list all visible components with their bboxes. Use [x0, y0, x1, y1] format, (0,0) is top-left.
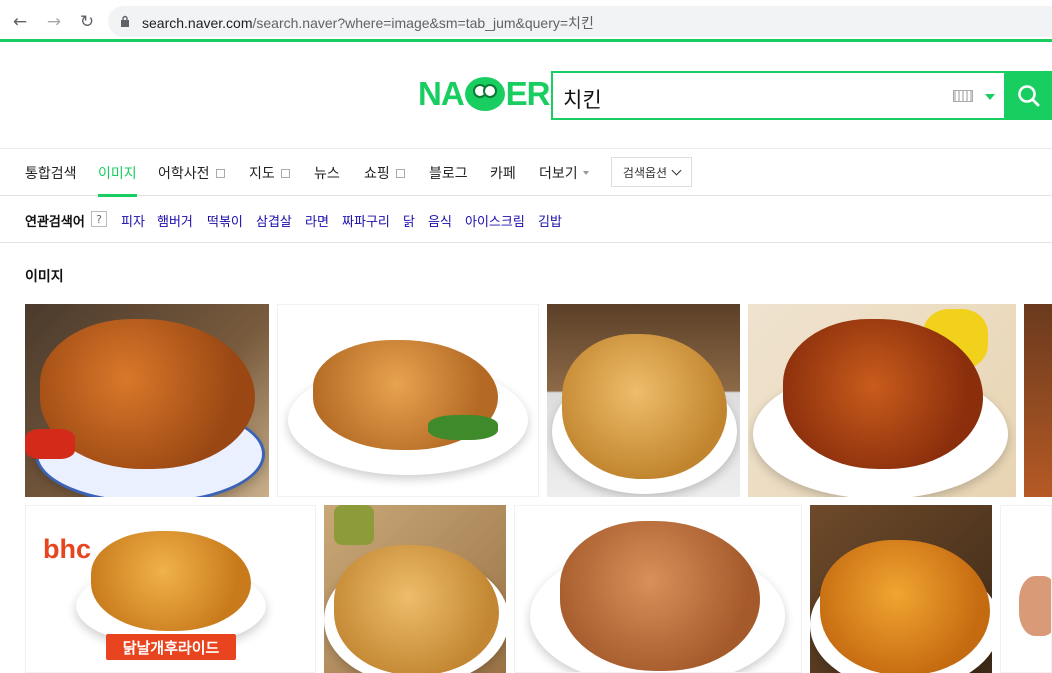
external-icon — [280, 168, 290, 178]
related-item[interactable]: 음식 — [428, 211, 452, 230]
search-query: 치킨 — [563, 88, 602, 112]
image-thumbnail[interactable] — [1024, 304, 1052, 497]
tab-cafe[interactable]: 카페 — [490, 163, 516, 183]
search-tabs: 통합검색 이미지 어학사전 지도 뉴스 쇼핑 블로그 카페 더보기 — [0, 150, 1052, 197]
search-icon — [1017, 84, 1039, 106]
related-item[interactable]: 삼겹살 — [256, 211, 292, 230]
search-button[interactable] — [1005, 71, 1052, 120]
image-thumbnail[interactable] — [277, 304, 539, 497]
related-item[interactable]: 짜파구리 — [342, 211, 390, 230]
keyboard-dropdown-icon[interactable] — [985, 94, 995, 100]
image-thumbnail[interactable] — [748, 304, 1016, 497]
related-item[interactable]: 라면 — [305, 211, 329, 230]
tab-map[interactable]: 지도 — [249, 163, 290, 183]
lock-icon — [121, 15, 129, 27]
frog-mascot-icon — [464, 77, 505, 111]
tab-news[interactable]: 뉴스 — [314, 163, 340, 183]
related-item[interactable]: 김밥 — [538, 211, 562, 230]
browser-toolbar: ← → ↻ search.naver.com/search.naver?wher… — [0, 0, 1052, 42]
tab-blog[interactable]: 블로그 — [429, 163, 468, 183]
tab-images[interactable]: 이미지 — [98, 163, 137, 197]
related-searches: 연관검색어 ? 피자 햄버거 떡볶이 삼겹살 라면 짜파구리 닭 음식 아이스크… — [0, 197, 1052, 243]
search-input[interactable]: 치킨 — [551, 71, 1006, 120]
forward-arrow-icon[interactable]: → — [42, 10, 66, 34]
related-item[interactable]: 피자 — [121, 211, 145, 230]
section-title: 이미지 — [25, 269, 64, 285]
help-icon[interactable]: ? — [91, 211, 107, 227]
tab-more[interactable]: 더보기 — [539, 163, 589, 183]
image-thumbnail[interactable] — [547, 304, 740, 497]
tab-integrated[interactable]: 통합검색 — [25, 163, 77, 183]
caret-down-icon — [582, 171, 589, 175]
related-title: 연관검색어 — [25, 215, 85, 230]
keyboard-icon[interactable] — [953, 90, 973, 102]
image-thumbnail[interactable] — [25, 304, 269, 497]
image-thumbnail[interactable] — [514, 505, 802, 673]
image-thumbnail[interactable] — [324, 505, 506, 673]
image-thumbnail[interactable]: bhc 닭날개후라이드 — [25, 505, 316, 673]
address-bar[interactable]: search.naver.com/search.naver?where=imag… — [108, 6, 1052, 37]
chevron-down-icon — [671, 165, 682, 175]
naver-logo[interactable]: NA ER — [418, 73, 551, 115]
tab-dictionary[interactable]: 어학사전 — [158, 163, 225, 183]
reload-icon[interactable]: ↻ — [75, 10, 99, 34]
back-arrow-icon[interactable]: ← — [8, 10, 32, 34]
tab-shopping[interactable]: 쇼핑 — [364, 163, 405, 183]
external-icon — [395, 168, 405, 178]
image-thumbnail[interactable] — [810, 505, 992, 673]
related-item[interactable]: 닭 — [403, 211, 415, 230]
product-banner: 닭날개후라이드 — [106, 634, 236, 660]
external-icon — [215, 168, 225, 178]
search-options-button[interactable]: 검색옵션 — [611, 157, 692, 187]
search-header: NA ER 치킨 — [0, 45, 1052, 149]
related-item[interactable]: 떡볶이 — [207, 211, 243, 230]
related-item[interactable]: 아이스크림 — [465, 211, 525, 230]
url-text: search.naver.com/search.naver?where=imag… — [142, 15, 594, 31]
related-item[interactable]: 햄버거 — [157, 211, 193, 230]
brand-logo: bhc — [43, 534, 92, 564]
image-thumbnail[interactable] — [1000, 505, 1052, 673]
